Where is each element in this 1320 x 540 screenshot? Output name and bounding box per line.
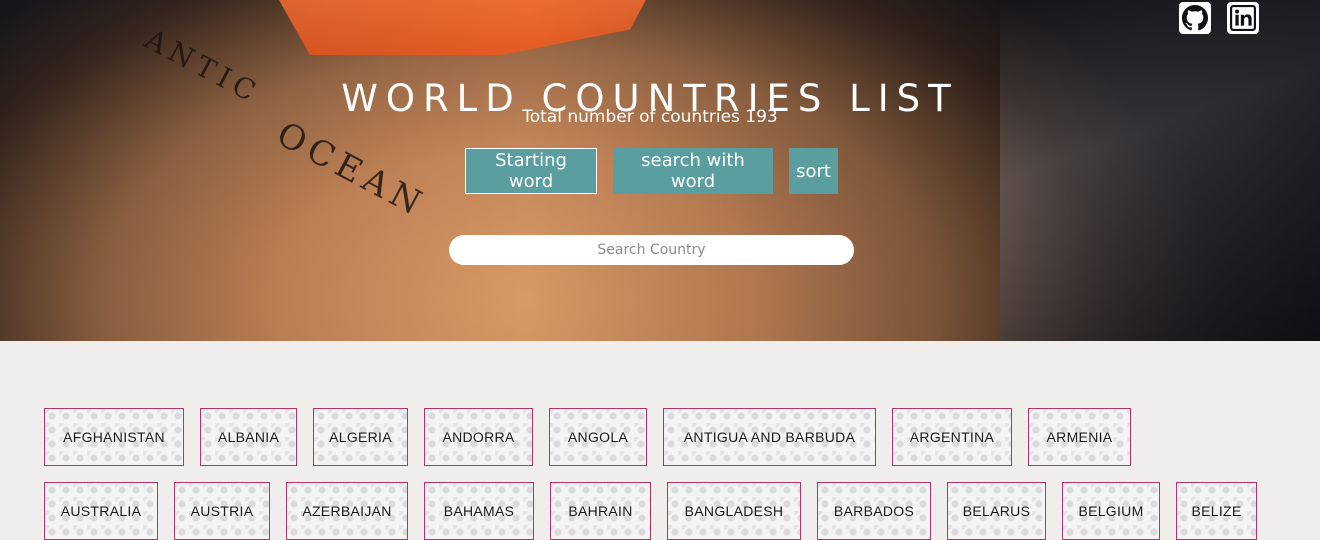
country-card[interactable]: BELGIUM bbox=[1062, 482, 1160, 540]
starting-word-button[interactable]: Starting word bbox=[465, 148, 597, 194]
country-card[interactable]: ALBANIA bbox=[200, 408, 297, 466]
country-card[interactable]: BARBADOS bbox=[817, 482, 931, 540]
country-card[interactable]: BELARUS bbox=[947, 482, 1046, 540]
country-card[interactable]: BELIZE bbox=[1176, 482, 1257, 540]
linkedin-icon[interactable] bbox=[1227, 2, 1259, 34]
country-count-subtitle: Total number of countries 193 bbox=[522, 107, 778, 127]
country-card[interactable]: ANGOLA bbox=[549, 408, 647, 466]
search-with-word-button[interactable]: search with word bbox=[613, 148, 773, 194]
linkedin-icon-glyph bbox=[1230, 5, 1256, 31]
search-input[interactable] bbox=[449, 235, 854, 265]
country-card[interactable]: BANGLADESH bbox=[667, 482, 801, 540]
country-card[interactable]: ARGENTINA bbox=[892, 408, 1012, 466]
country-card[interactable]: AZERBAIJAN bbox=[286, 482, 408, 540]
country-card[interactable]: ANDORRA bbox=[424, 408, 533, 466]
country-card[interactable]: AUSTRIA bbox=[174, 482, 270, 540]
country-card[interactable]: AFGHANISTAN bbox=[44, 408, 184, 466]
country-card[interactable]: ALGERIA bbox=[313, 408, 408, 466]
country-card[interactable]: BAHRAIN bbox=[550, 482, 651, 540]
country-card[interactable]: ARMENIA bbox=[1028, 408, 1131, 466]
github-icon-glyph bbox=[1182, 5, 1208, 31]
sort-button[interactable]: sort bbox=[789, 148, 838, 194]
github-icon[interactable] bbox=[1179, 2, 1211, 34]
country-card[interactable]: BAHAMAS bbox=[424, 482, 534, 540]
country-card[interactable]: AUSTRALIA bbox=[44, 482, 158, 540]
country-card[interactable]: ANTIGUA AND BARBUDA bbox=[663, 408, 876, 466]
